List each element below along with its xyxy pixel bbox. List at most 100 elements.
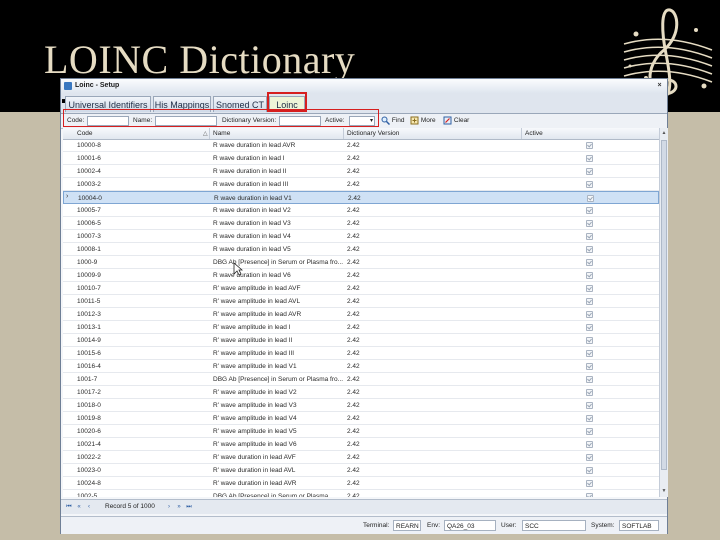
active-checkbox[interactable] (586, 298, 593, 305)
table-row[interactable]: 10007-3 R wave duration in lead V4 2.42 (63, 230, 659, 243)
column-header-dictionary-version[interactable]: Dictionary Version (347, 130, 399, 137)
column-header-name[interactable]: Name (213, 130, 230, 137)
name-cell: R wave duration in lead AVR (213, 142, 296, 149)
column-separator (521, 128, 522, 139)
active-checkbox[interactable] (586, 454, 593, 461)
name-cell: R' wave amplitude in lead III (213, 350, 295, 357)
scrollbar-thumb[interactable] (661, 140, 667, 470)
table-row[interactable]: 10019-8 R' wave amplitude in lead V4 2.42 (63, 412, 659, 425)
active-checkbox[interactable] (586, 350, 593, 357)
code-cell: 10011-5 (77, 298, 101, 305)
dictionary-version-cell: 2.42 (347, 376, 360, 383)
scroll-up-icon[interactable]: ▲ (660, 130, 668, 138)
active-checkbox[interactable] (586, 285, 593, 292)
more-icon (410, 116, 419, 125)
table-row[interactable]: 10004-0 R wave duration in lead V1 2.42 (63, 191, 659, 204)
active-checkbox[interactable] (586, 181, 593, 188)
env-label: Env: (427, 522, 441, 529)
active-checkbox[interactable] (586, 389, 593, 396)
table-row[interactable]: 10010-7 R' wave amplitude in lead AVF 2.42 (63, 282, 659, 295)
column-header-active[interactable]: Active (525, 130, 543, 137)
table-row[interactable]: 10006-5 R wave duration in lead V3 2.42 (63, 217, 659, 230)
first-record-icon[interactable]: ⏮ (65, 503, 73, 511)
active-checkbox[interactable] (586, 246, 593, 253)
table-row[interactable]: 10012-3 R' wave amplitude in lead AVR 2.42 (63, 308, 659, 321)
code-cell: 10005-7 (77, 207, 101, 214)
name-cell: R' wave amplitude in lead AVF (213, 285, 301, 292)
active-checkbox[interactable] (586, 233, 593, 240)
active-checkbox[interactable] (586, 402, 593, 409)
column-header-code[interactable]: Code (77, 130, 93, 137)
active-checkbox[interactable] (586, 155, 593, 162)
table-row[interactable]: 10017-2 R' wave amplitude in lead V2 2.42 (63, 386, 659, 399)
active-checkbox[interactable] (586, 415, 593, 422)
table-row[interactable]: 1001-7 DBG Ab [Presence] in Serum or Plas… (63, 373, 659, 386)
dictionary-version-cell: 2.42 (347, 337, 360, 344)
active-checkbox[interactable] (586, 441, 593, 448)
active-checkbox[interactable] (586, 324, 593, 331)
dictionary-version-cell: 2.42 (347, 233, 360, 240)
scroll-down-icon[interactable]: ▼ (660, 488, 668, 496)
active-checkbox[interactable] (586, 376, 593, 383)
table-row[interactable]: 1002-5 DBG Ab [Presence] in Serum or Plas… (63, 490, 659, 497)
table-row[interactable]: 10014-9 R' wave amplitude in lead II 2.42 (63, 334, 659, 347)
table-row[interactable]: 10015-6 R' wave amplitude in lead III 2.42 (63, 347, 659, 360)
table-row[interactable]: 10013-1 R' wave amplitude in lead I 2.42 (63, 321, 659, 334)
code-cell: 1000-9 (77, 259, 98, 266)
table-row[interactable]: 10003-2 R wave duration in lead III 2.42 (63, 178, 659, 191)
table-row[interactable]: 10022-2 R' wave duration in lead AVF 2.42 (63, 451, 659, 464)
table-row[interactable]: 10008-1 R wave duration in lead V5 2.42 (63, 243, 659, 256)
name-cell: R wave duration in lead V6 (213, 272, 291, 279)
table-row[interactable]: 10005-7 R wave duration in lead V2 2.42 (63, 204, 659, 217)
code-cell: 1001-7 (77, 376, 98, 383)
dictionary-version-cell: 2.42 (347, 467, 360, 474)
prev-record-icon[interactable]: ‹ (85, 503, 93, 511)
find-icon (381, 116, 391, 126)
vertical-scrollbar[interactable]: ▲ ▼ (659, 128, 668, 497)
code-cell: 10024-8 (77, 480, 101, 487)
table-row[interactable]: 10000-8 R wave duration in lead AVR 2.42 (63, 139, 659, 152)
name-cell: R wave duration in lead V2 (213, 207, 291, 214)
close-icon[interactable]: × (655, 81, 664, 90)
active-checkbox[interactable] (586, 220, 593, 227)
table-row[interactable]: 10018-0 R' wave amplitude in lead V3 2.42 (63, 399, 659, 412)
table-row[interactable]: 10020-6 R' wave amplitude in lead V5 2.42 (63, 425, 659, 438)
prev-page-icon[interactable]: « (75, 503, 83, 511)
active-checkbox[interactable] (586, 363, 593, 370)
table-row[interactable]: 10009-9 R wave duration in lead V6 2.42 (63, 269, 659, 282)
table-row[interactable]: 10002-4 R wave duration in lead II 2.42 (63, 165, 659, 178)
dictionary-version-cell: 2.42 (347, 298, 360, 305)
find-button[interactable]: Find (381, 116, 404, 126)
active-checkbox[interactable] (587, 195, 594, 202)
clear-button[interactable]: Clear (443, 116, 469, 126)
table-row[interactable]: 10023-0 R' wave duration in lead AVL 2.42 (63, 464, 659, 477)
active-checkbox[interactable] (586, 142, 593, 149)
active-checkbox[interactable] (586, 428, 593, 435)
active-checkbox[interactable] (586, 207, 593, 214)
last-record-icon[interactable]: ⏭ (185, 503, 193, 511)
active-checkbox[interactable] (586, 467, 593, 474)
dictionary-version-cell: 2.42 (347, 311, 360, 318)
table-row[interactable]: 10024-8 R' wave duration in lead AVR 2.42 (63, 477, 659, 490)
name-cell: R wave duration in lead III (213, 181, 289, 188)
table-row[interactable]: 10011-5 R' wave amplitude in lead AVL 2.42 (63, 295, 659, 308)
next-page-icon[interactable]: » (175, 503, 183, 511)
table-row[interactable]: 1000-9 DBG Ab [Presence] in Serum or Plas… (63, 256, 659, 269)
active-checkbox[interactable] (586, 493, 593, 497)
code-cell: 10017-2 (77, 389, 101, 396)
active-checkbox[interactable] (586, 337, 593, 344)
active-checkbox[interactable] (586, 168, 593, 175)
more-button[interactable]: More (410, 116, 436, 126)
code-cell: 10009-9 (77, 272, 101, 279)
active-checkbox[interactable] (586, 480, 593, 487)
dictionary-version-cell: 2.42 (347, 493, 360, 497)
table-row[interactable]: 10016-4 R' wave amplitude in lead V1 2.42 (63, 360, 659, 373)
table-row[interactable]: 10001-6 R wave duration in lead I 2.42 (63, 152, 659, 165)
code-cell: 10001-6 (77, 155, 101, 162)
active-checkbox[interactable] (586, 259, 593, 266)
active-checkbox[interactable] (586, 272, 593, 279)
table-row[interactable]: 10021-4 R' wave amplitude in lead V6 2.42 (63, 438, 659, 451)
name-cell: R' wave duration in lead AVF (213, 454, 296, 461)
next-record-icon[interactable]: › (165, 503, 173, 511)
active-checkbox[interactable] (586, 311, 593, 318)
